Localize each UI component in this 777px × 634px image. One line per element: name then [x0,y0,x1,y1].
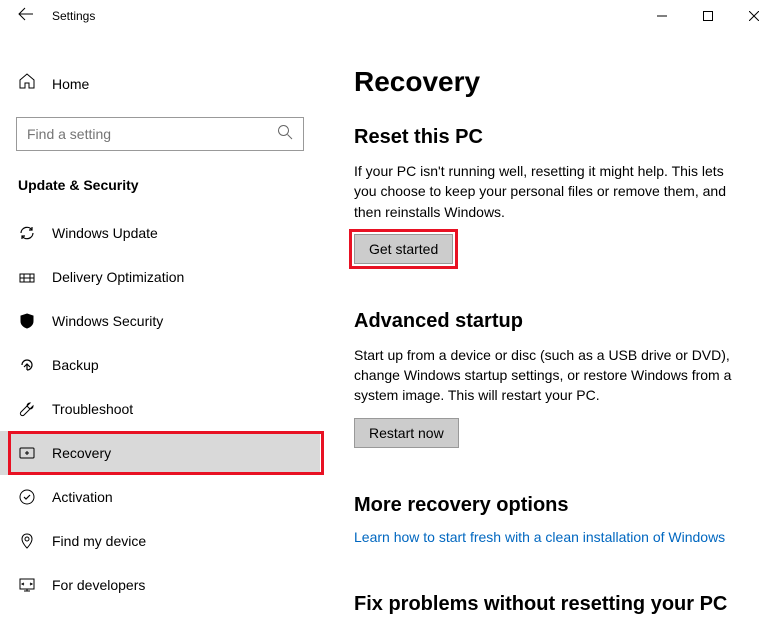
sidebar-item-activation[interactable]: Activation [0,475,320,519]
titlebar: Settings [0,0,777,32]
search-input[interactable] [27,126,277,142]
sidebar-item-windows-update[interactable]: Windows Update [0,211,320,255]
get-started-button[interactable]: Get started [354,234,453,264]
reset-description: If your PC isn't running well, resetting… [354,161,743,222]
sidebar-item-troubleshoot[interactable]: Troubleshoot [0,387,320,431]
sidebar-item-label: Delivery Optimization [52,269,184,285]
search-box[interactable] [16,117,304,151]
page-title: Recovery [354,66,743,98]
backup-icon [18,356,36,374]
shield-icon [18,312,36,330]
sidebar-item-delivery-optimization[interactable]: Delivery Optimization [0,255,320,299]
close-button[interactable] [731,0,777,32]
sidebar-item-label: Backup [52,357,99,373]
reset-title: Reset this PC [354,126,743,149]
sidebar-item-recovery[interactable]: Recovery [0,431,320,475]
sidebar-item-label: Windows Update [52,225,158,241]
back-icon[interactable] [18,6,34,27]
sidebar-item-for-developers[interactable]: For developers [0,563,320,607]
window-title: Settings [52,9,95,23]
sidebar-item-label: Activation [52,489,113,505]
window-controls [639,0,777,32]
maximize-button[interactable] [685,0,731,32]
sidebar-item-backup[interactable]: Backup [0,343,320,387]
activation-icon [18,488,36,506]
recovery-icon [18,444,36,462]
more-recovery-title: More recovery options [354,494,743,517]
clean-install-link[interactable]: Learn how to start fresh with a clean in… [354,529,725,545]
sidebar-section-header: Update & Security [0,169,320,211]
sync-icon [18,224,36,242]
sidebar-item-label: Windows Security [52,313,163,329]
sidebar-item-find-my-device[interactable]: Find my device [0,519,320,563]
delivery-icon [18,268,36,286]
search-icon [277,124,293,145]
sidebar-item-label: For developers [52,577,145,593]
wrench-icon [18,400,36,418]
main-content: Recovery Reset this PC If your PC isn't … [320,32,777,634]
sidebar: Home Update & Security Windows Update De… [0,32,320,634]
sidebar-item-label: Troubleshoot [52,401,133,417]
location-icon [18,532,36,550]
home-nav[interactable]: Home [0,62,320,105]
home-icon [18,72,36,95]
fix-problems-title: Fix problems without resetting your PC [354,593,743,616]
advanced-startup-description: Start up from a device or disc (such as … [354,345,743,406]
minimize-button[interactable] [639,0,685,32]
sidebar-item-label: Find my device [52,533,146,549]
developer-icon [18,576,36,594]
sidebar-item-label: Recovery [52,445,111,461]
restart-now-button[interactable]: Restart now [354,418,459,448]
sidebar-item-windows-security[interactable]: Windows Security [0,299,320,343]
advanced-startup-title: Advanced startup [354,310,743,333]
home-label: Home [52,76,89,92]
